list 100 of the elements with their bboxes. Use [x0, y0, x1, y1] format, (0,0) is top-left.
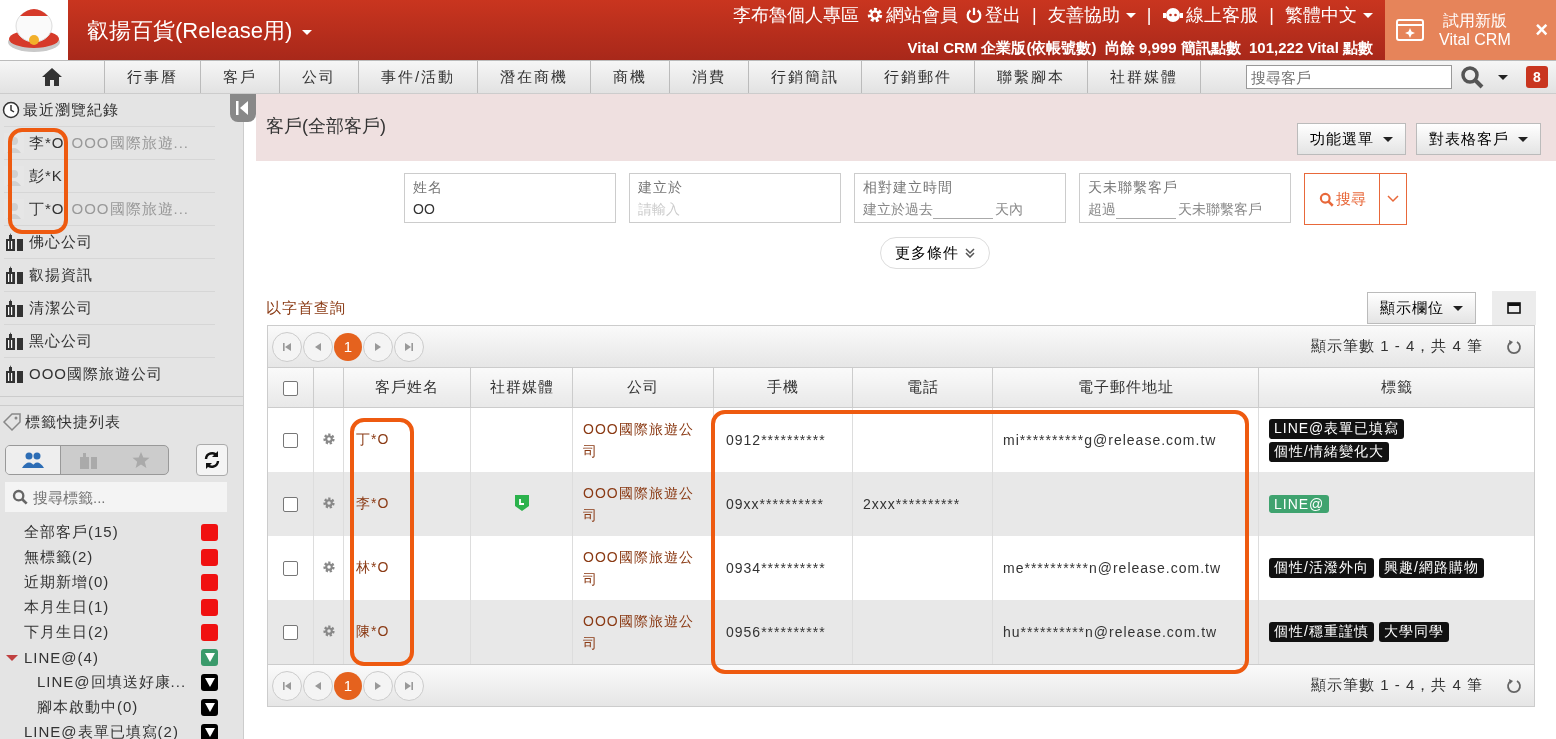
- resize-handle[interactable]: [0, 396, 243, 406]
- recent-item[interactable]: 李*O OOO國際旅遊...: [4, 126, 215, 159]
- recent-item[interactable]: 彭*K: [4, 159, 215, 192]
- first-page-button[interactable]: [272, 670, 302, 701]
- column-header[interactable]: 手機: [713, 368, 853, 408]
- maximize-button[interactable]: [1492, 291, 1536, 325]
- search-options-button[interactable]: [1380, 173, 1407, 225]
- window-icon: [1507, 302, 1521, 314]
- previous-page-button[interactable]: [303, 670, 333, 701]
- recent-item[interactable]: 黑心公司: [4, 324, 215, 357]
- column-header[interactable]: 社群媒體: [470, 368, 573, 408]
- recent-item[interactable]: 佛心公司: [4, 225, 215, 258]
- tag-item[interactable]: 下月生日(2): [24, 623, 201, 642]
- table-cell: 0956**********: [726, 624, 826, 640]
- tag-item[interactable]: 無標籤(2): [24, 548, 201, 567]
- select-all-checkbox[interactable]: [283, 381, 298, 397]
- column-header[interactable]: 公司: [572, 368, 714, 408]
- header-link[interactable]: 網站會員: [865, 3, 958, 27]
- mascot-logo[interactable]: [0, 0, 68, 60]
- nav-tab[interactable]: 聯繫腳本: [975, 61, 1089, 93]
- double-chevron-icon: [964, 247, 975, 258]
- nav-tab[interactable]: 公司: [280, 61, 359, 93]
- gear-icon[interactable]: [321, 623, 336, 638]
- tag-item[interactable]: LINE@回填送好康...: [37, 673, 201, 692]
- customer-name-link[interactable]: 李*O: [356, 495, 390, 511]
- nav-tab[interactable]: 行事曆: [105, 61, 201, 93]
- tag-item[interactable]: 本月生日(1): [24, 598, 201, 617]
- row-checkbox[interactable]: [283, 433, 298, 449]
- dropdown-button[interactable]: 功能選單: [1296, 123, 1406, 155]
- customer-name-link[interactable]: 陳*O: [356, 623, 390, 639]
- dropdown-button[interactable]: 對表格客戶: [1415, 123, 1541, 155]
- search-icon[interactable]: [1460, 65, 1484, 89]
- notification-badge[interactable]: 8: [1526, 66, 1548, 88]
- nav-tab[interactable]: 消費: [670, 61, 750, 93]
- record-count: 顯示筆數 1 - 4，共 4 筆: [1311, 676, 1483, 695]
- column-header[interactable]: 客戶姓名: [343, 368, 471, 408]
- column-header[interactable]: 電子郵件地址: [992, 368, 1259, 408]
- last-page-button[interactable]: [394, 331, 424, 362]
- company-link[interactable]: OOO國際旅遊公司: [583, 546, 703, 590]
- caret-icon[interactable]: [1498, 74, 1508, 80]
- header-link[interactable]: 友善協助: [1047, 3, 1136, 27]
- filter-field[interactable]: 相對建立時間 建立於過去 天內: [854, 173, 1066, 223]
- gear-icon[interactable]: [321, 495, 336, 510]
- customer-name-link[interactable]: 丁*O: [356, 431, 390, 447]
- tag-label: LINE@表單已填寫: [1269, 418, 1405, 439]
- nav-tab[interactable]: 行銷郵件: [862, 61, 976, 93]
- tag-icon: [2, 412, 22, 432]
- tag-item[interactable]: 腳本啟動中(0): [37, 698, 201, 717]
- tag-search-field[interactable]: 搜尋標籤...: [5, 482, 227, 512]
- nav-tab[interactable]: 潛在商機: [478, 61, 592, 93]
- recent-item[interactable]: 叡揚資訊: [4, 258, 215, 291]
- header-link[interactable]: 李布魯個人專區: [732, 3, 859, 27]
- customer-name-link[interactable]: 林*O: [356, 559, 390, 575]
- gear-icon[interactable]: [321, 559, 336, 574]
- company-title[interactable]: 叡揚百貨(Release用): [68, 0, 313, 60]
- next-icon: [373, 341, 383, 352]
- gear-icon[interactable]: [321, 431, 336, 446]
- nav-tab[interactable]: 客戶: [201, 61, 280, 93]
- alphabet-search-link[interactable]: 以字首查詢: [266, 298, 346, 318]
- nav-tab[interactable]: 社群媒體: [1088, 61, 1202, 93]
- column-header[interactable]: 標籤: [1258, 368, 1534, 408]
- nav-tab[interactable]: 事件/活動: [359, 61, 479, 93]
- nav-tab[interactable]: 行銷簡訊: [749, 61, 863, 93]
- reload-icon[interactable]: [1506, 338, 1522, 355]
- next-page-button[interactable]: [363, 331, 393, 362]
- recent-item[interactable]: 丁*O OOO國際旅遊...: [4, 192, 215, 225]
- header-link[interactable]: 登出: [964, 3, 1021, 27]
- reload-icon[interactable]: [1506, 677, 1522, 694]
- last-page-button[interactable]: [394, 670, 424, 701]
- refresh-button[interactable]: [196, 444, 228, 476]
- people-tab[interactable]: [6, 446, 61, 474]
- recent-item[interactable]: 清潔公司: [4, 291, 215, 324]
- search-icon: [1318, 191, 1334, 207]
- table-cell: 09xx**********: [726, 496, 825, 512]
- row-checkbox[interactable]: [283, 497, 298, 513]
- previous-page-button[interactable]: [303, 331, 333, 362]
- expanded-caret-icon[interactable]: [6, 654, 18, 661]
- star-icon: [132, 451, 151, 469]
- column-header[interactable]: 電話: [852, 368, 993, 408]
- header-link[interactable]: 線上客服: [1162, 3, 1259, 27]
- first-page-button[interactable]: [272, 331, 302, 362]
- trial-text: 試用新版 Vital CRM: [1439, 11, 1511, 49]
- tag-item[interactable]: 全部客戶(15): [24, 523, 201, 542]
- collapse-sidebar-button[interactable]: [230, 94, 256, 122]
- nav-tab[interactable]: 商機: [591, 61, 671, 93]
- row-checkbox[interactable]: [283, 625, 298, 641]
- header-link[interactable]: 繁體中文: [1285, 3, 1373, 27]
- filter-field[interactable]: 姓名 OO: [404, 173, 616, 223]
- next-page-button[interactable]: [363, 670, 393, 701]
- company-link[interactable]: OOO國際旅遊公司: [583, 418, 703, 462]
- filter-field[interactable]: 天未聯繫客戶 超過 天未聯繫客戶: [1079, 173, 1291, 223]
- tag-type-switch[interactable]: [5, 445, 169, 475]
- row-checkbox[interactable]: [283, 561, 298, 577]
- record-count: 顯示筆數 1 - 4，共 4 筆: [1311, 337, 1483, 356]
- recent-item[interactable]: OOO國際旅遊公司: [4, 357, 215, 390]
- customer-search-field[interactable]: 搜尋客戶: [1246, 65, 1452, 89]
- column-display-button[interactable]: 顯示欄位: [1366, 292, 1476, 324]
- tag-item[interactable]: LINE@(4): [24, 649, 201, 666]
- more-conditions-button[interactable]: 更多條件: [880, 237, 990, 269]
- tag-item[interactable]: 近期新增(0): [24, 573, 201, 592]
